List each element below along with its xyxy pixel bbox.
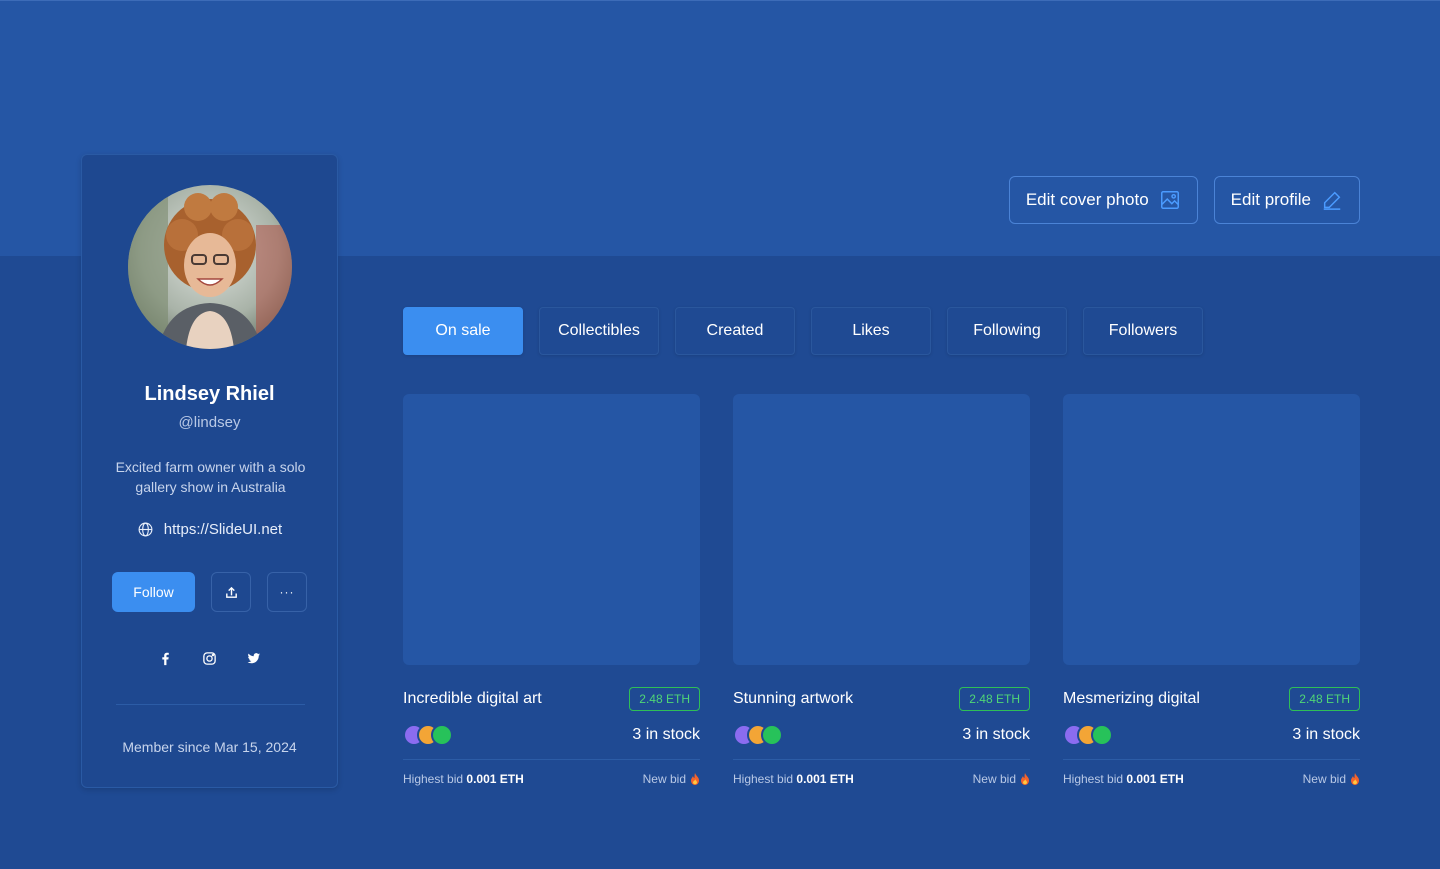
- profile-handle: @lindsey: [178, 414, 241, 431]
- item-card[interactable]: Mesmerizing digital 2.48 ETH 3 in stock …: [1063, 394, 1360, 786]
- profile-tabs: On sale Collectibles Created Likes Follo…: [403, 307, 1203, 355]
- share-button[interactable]: [211, 572, 251, 612]
- facebook-icon: [162, 652, 169, 665]
- stock-count: 3 in stock: [632, 726, 700, 743]
- edit-cover-photo-label: Edit cover photo: [1025, 190, 1149, 209]
- upload-icon: [225, 586, 237, 598]
- item-image[interactable]: [1063, 394, 1360, 665]
- profile-card: Lindsey Rhiel @lindsey Excited farm owne…: [81, 154, 338, 788]
- new-bid-link[interactable]: New bid: [643, 772, 700, 786]
- stock-count: 3 in stock: [1292, 726, 1360, 743]
- item-card[interactable]: Stunning artwork 2.48 ETH 3 in stock Hig…: [733, 394, 1030, 786]
- card-divider: [1063, 759, 1360, 760]
- edit-cover-photo-button[interactable]: Edit cover photo: [1008, 176, 1198, 224]
- new-bid-link[interactable]: New bid: [1303, 772, 1360, 786]
- highest-bid: Highest bid 0.001 ETH: [1063, 772, 1184, 786]
- fire-icon: [1351, 773, 1359, 785]
- profile-actions: Follow ···: [112, 572, 307, 612]
- item-image[interactable]: [733, 394, 1030, 665]
- bidder-avatar: [761, 724, 783, 746]
- member-since: Member since Mar 15, 2024: [122, 739, 297, 755]
- bidder-avatars: [1063, 724, 1113, 746]
- item-title[interactable]: Incredible digital art: [403, 690, 542, 708]
- edit-profile-label: Edit profile: [1230, 190, 1311, 209]
- social-links: [82, 649, 337, 667]
- tab-following[interactable]: Following: [947, 307, 1067, 355]
- fire-icon: [691, 773, 699, 785]
- tab-collectibles[interactable]: Collectibles: [539, 307, 659, 355]
- price-badge: 2.48 ETH: [1289, 687, 1360, 711]
- price-badge: 2.48 ETH: [959, 687, 1030, 711]
- profile-website[interactable]: https://SlideUI.net: [82, 521, 337, 538]
- facebook-link[interactable]: [157, 649, 175, 667]
- profile-name: Lindsey Rhiel: [144, 383, 275, 405]
- price-badge: 2.48 ETH: [629, 687, 700, 711]
- website-link[interactable]: https://SlideUI.net: [164, 521, 282, 538]
- card-divider: [403, 759, 700, 760]
- tab-likes[interactable]: Likes: [811, 307, 931, 355]
- avatar-photo: [128, 185, 292, 349]
- fire-icon: [1021, 773, 1029, 785]
- more-button[interactable]: ···: [267, 572, 307, 612]
- highest-bid: Highest bid 0.001 ETH: [733, 772, 854, 786]
- instagram-link[interactable]: [201, 649, 219, 667]
- item-title[interactable]: Stunning artwork: [733, 690, 853, 708]
- profile-bio: Excited farm owner with a solo gallery s…: [115, 459, 306, 495]
- instagram-icon: [203, 651, 216, 665]
- tab-followers[interactable]: Followers: [1083, 307, 1203, 355]
- bidder-avatars: [733, 724, 783, 746]
- cover-actions: Edit cover photo Edit profile: [1008, 176, 1360, 224]
- more-icon: ···: [279, 585, 295, 599]
- bidder-avatar: [1091, 724, 1113, 746]
- bidder-avatar: [431, 724, 453, 746]
- tab-created[interactable]: Created: [675, 307, 795, 355]
- highest-bid: Highest bid 0.001 ETH: [403, 772, 524, 786]
- profile-divider: [116, 704, 305, 705]
- tab-on-sale[interactable]: On sale: [403, 307, 523, 355]
- item-card[interactable]: Incredible digital art 2.48 ETH 3 in sto…: [403, 394, 700, 786]
- image-icon: [1160, 191, 1179, 209]
- edit-profile-button[interactable]: Edit profile: [1213, 176, 1360, 224]
- bidder-avatars: [403, 724, 453, 746]
- item-image[interactable]: [403, 394, 700, 665]
- item-grid: Incredible digital art 2.48 ETH 3 in sto…: [403, 394, 1360, 786]
- card-divider: [733, 759, 1030, 760]
- globe-icon: [138, 522, 153, 537]
- item-title[interactable]: Mesmerizing digital: [1063, 690, 1200, 708]
- stock-count: 3 in stock: [962, 726, 1030, 743]
- new-bid-link[interactable]: New bid: [973, 772, 1030, 786]
- follow-button[interactable]: Follow: [112, 572, 195, 612]
- twitter-icon: [247, 652, 261, 663]
- pencil-icon: [1323, 191, 1341, 210]
- twitter-link[interactable]: [245, 649, 263, 667]
- avatar: [128, 185, 292, 349]
